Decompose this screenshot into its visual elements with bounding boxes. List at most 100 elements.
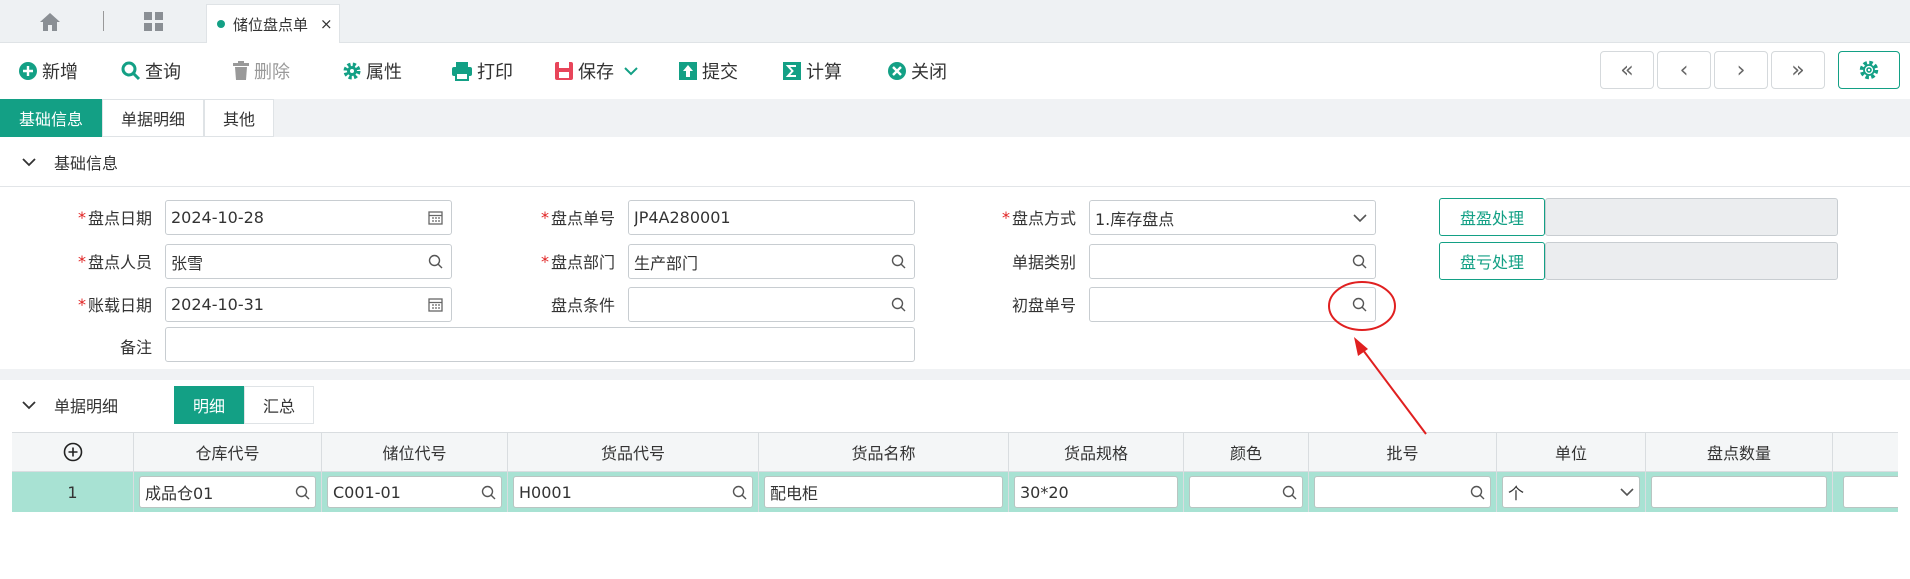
count-date-field[interactable]: 2024-10-28 [165,200,452,235]
active-dot-icon [217,20,225,28]
count-method-select[interactable]: 1.库存盘点 [1089,200,1376,235]
count-no-field[interactable]: JP4A280001 [628,200,915,235]
warehouse-input[interactable]: 成品仓01 [139,476,316,508]
close-button[interactable]: 关闭 [887,57,947,85]
settings-gear-icon [1859,60,1879,80]
column-header[interactable]: 盘点数量 [1646,432,1833,472]
chevron-down-icon[interactable] [1620,487,1634,497]
remark-field[interactable] [165,327,915,362]
spec-input[interactable]: 30*20 [1014,476,1178,508]
close-icon[interactable]: × [320,15,333,33]
delete-label: 删除 [254,62,290,83]
search-icon[interactable] [1470,485,1485,500]
calendar-icon[interactable] [428,297,443,312]
column-header[interactable]: 货品名称 [759,432,1009,472]
column-header[interactable]: 批号 [1309,432,1497,472]
tab-basic-info[interactable]: 基础信息 [0,99,103,137]
unit-cell: 个 [1497,472,1646,512]
count-condition-field[interactable] [628,287,915,322]
column-header[interactable]: 仓库代号 [134,432,322,472]
color-input[interactable] [1189,476,1303,508]
column-header[interactable]: 单位 [1497,432,1646,472]
first-record-button[interactable]: « [1600,51,1654,89]
tab-label: 储位盘点单 [233,15,309,34]
warehouse-cell: 成品仓01 [134,472,322,512]
doc-category-field[interactable] [1089,244,1376,279]
properties-label: 属性 [366,62,402,83]
loss-process-button[interactable]: 盘亏处理 [1439,242,1545,280]
qty-cell [1646,472,1833,512]
column-header[interactable]: 货品规格 [1009,432,1184,472]
chevron-down-icon[interactable] [22,157,36,167]
delete-button[interactable]: 删除 [232,57,290,85]
section-tabs: 基础信息 单据明细 其他 [0,99,275,137]
query-button[interactable]: 查询 [121,57,181,85]
calendar-icon[interactable] [428,210,443,225]
batch-cell [1309,472,1497,512]
chevron-down-icon[interactable] [1353,213,1367,223]
search-icon[interactable] [1282,485,1297,500]
print-button[interactable]: 打印 [451,57,513,85]
search-icon[interactable] [1352,297,1367,312]
item-code-cell: H0001 [508,472,759,512]
close-label: 关闭 [911,62,947,83]
search-icon[interactable] [295,485,310,500]
item-name-cell: 配电柜 [759,472,1009,512]
item-name-input[interactable]: 配电柜 [764,476,1003,508]
chevron-down-icon[interactable] [22,400,36,410]
search-icon[interactable] [428,254,443,269]
overflow-cell [1833,472,1898,512]
chevron-down-icon[interactable] [624,66,638,76]
submit-button[interactable]: 提交 [678,57,738,85]
search-icon[interactable] [481,485,496,500]
tab-detail[interactable]: 单据明细 [102,99,205,137]
tab-storage-count[interactable]: 储位盘点单 × [206,4,340,43]
account-date-field[interactable]: 2024-10-31 [165,287,452,322]
last-icon: » [1791,57,1805,83]
tab-other[interactable]: 其他 [204,99,275,137]
last-record-button[interactable]: » [1771,51,1825,89]
search-icon[interactable] [891,297,906,312]
add-button[interactable]: 新增 [18,57,78,85]
search-icon[interactable] [732,485,747,500]
column-header[interactable]: 颜色 [1184,432,1309,472]
unit-select[interactable]: 个 [1502,476,1640,508]
count-method-label: * 盘点方式 [1001,207,1076,229]
tab-detail-lines[interactable]: 明细 [174,386,245,424]
save-button[interactable]: 保存 [554,57,642,85]
table-row[interactable]: 1 成品仓01 C001-01 H0001 配电柜 30*20 个 [12,472,1898,512]
query-label: 查询 [145,62,181,83]
overflow-input[interactable] [1843,476,1898,508]
add-row-icon[interactable] [63,442,83,462]
properties-button[interactable]: 属性 [342,57,402,85]
surplus-result-box [1545,198,1838,236]
count-dept-field[interactable]: 生产部门 [628,244,915,279]
qty-input[interactable] [1651,476,1827,508]
count-dept-label: * 盘点部门 [540,251,615,273]
item-code-input[interactable]: H0001 [513,476,753,508]
count-person-field[interactable]: 张雪 [165,244,452,279]
surplus-process-button[interactable]: 盘盈处理 [1439,198,1545,236]
detail-subtabs: 明细 汇总 [174,386,315,424]
home-icon[interactable] [30,10,70,34]
column-header[interactable]: 货品代号 [508,432,759,472]
next-record-button[interactable]: › [1714,51,1768,89]
search-icon[interactable] [891,254,906,269]
basic-info-header[interactable]: 基础信息 [0,137,1910,187]
count-no-label: * 盘点单号 [540,207,615,229]
location-input[interactable]: C001-01 [327,476,502,508]
initial-count-no-field[interactable] [1089,287,1376,322]
prev-record-button[interactable]: ‹ [1657,51,1711,89]
search-icon[interactable] [1352,254,1367,269]
tab-summary[interactable]: 汇总 [244,386,315,424]
submit-label: 提交 [702,62,738,83]
grid-icon[interactable] [138,10,170,34]
tab-bar: 储位盘点单 × [0,0,1910,43]
column-header[interactable]: 储位代号 [322,432,508,472]
floppy-disk-icon [555,62,573,80]
batch-input[interactable] [1314,476,1491,508]
loss-result-box [1545,242,1838,280]
settings-button[interactable] [1838,51,1900,89]
calculate-button[interactable]: 计算 [782,57,842,85]
initial-count-no-label: 初盘单号 [1011,296,1076,315]
